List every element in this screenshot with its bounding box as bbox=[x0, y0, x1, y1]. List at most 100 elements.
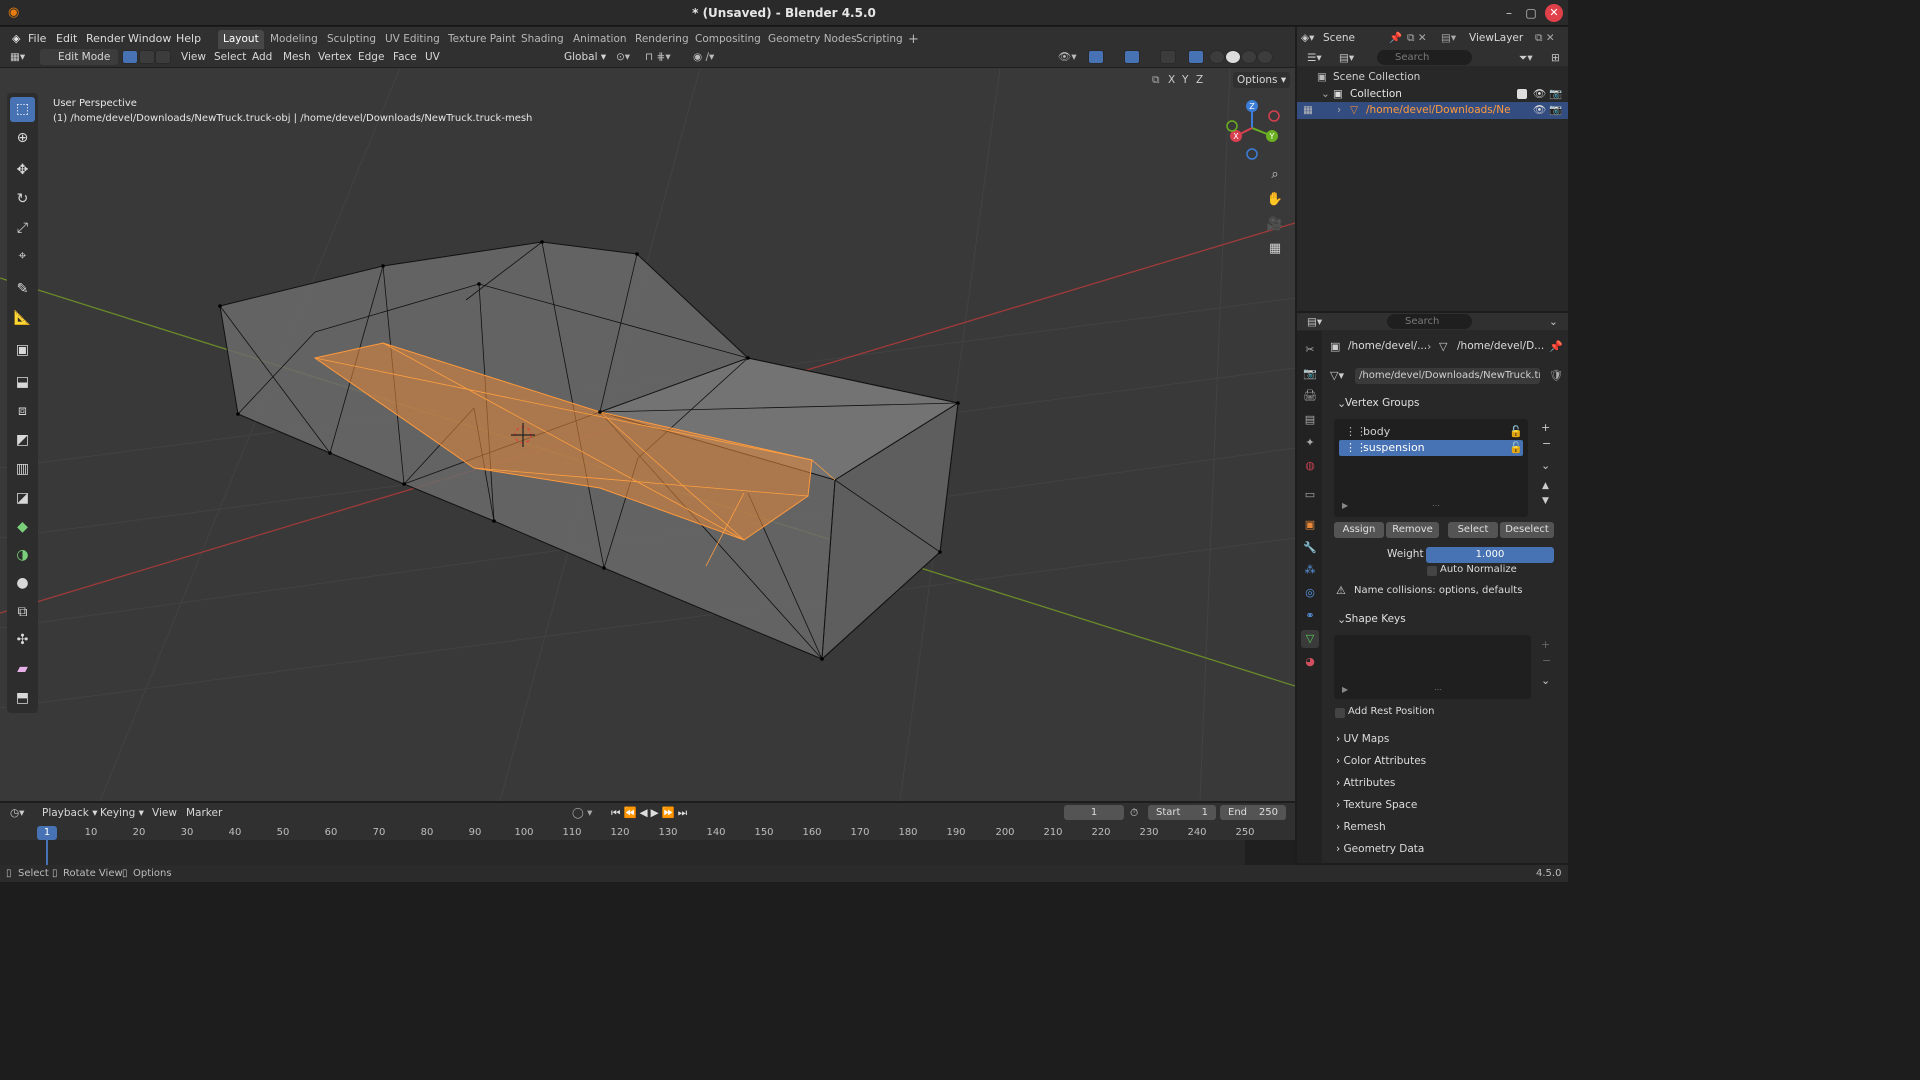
tab-rendering[interactable]: Rendering bbox=[630, 30, 694, 49]
new-collection-icon[interactable]: ⊞ bbox=[1551, 50, 1560, 66]
view-layer-tab-icon[interactable]: ▤ bbox=[1301, 411, 1319, 429]
editor-type-icon[interactable]: ▦▾ bbox=[10, 49, 32, 65]
deselect-button[interactable]: Deselect bbox=[1500, 522, 1554, 538]
camera-icon[interactable]: 📷 bbox=[1549, 102, 1562, 119]
particles-tab-icon[interactable]: ⁂ bbox=[1301, 561, 1319, 579]
tab-shading[interactable]: Shading bbox=[516, 30, 569, 49]
menu-mesh[interactable]: Mesh bbox=[283, 49, 311, 65]
truck-mesh[interactable] bbox=[218, 240, 960, 661]
object-tab-icon[interactable]: ▣ bbox=[1301, 516, 1319, 534]
poly-build-tool-icon[interactable]: ◆ bbox=[10, 515, 35, 540]
menu-edit[interactable]: Edit bbox=[52, 30, 81, 47]
weight-slider[interactable]: 1.000 bbox=[1426, 547, 1554, 563]
assign-button[interactable]: Assign bbox=[1334, 522, 1384, 538]
remove-button[interactable]: Remove bbox=[1386, 522, 1439, 538]
material-tab-icon[interactable]: ◕ bbox=[1301, 653, 1319, 671]
preview-range-icon[interactable]: ⏱ bbox=[1130, 805, 1138, 821]
vertex-group-specials-icon[interactable]: ⌄ bbox=[1541, 459, 1550, 472]
vertex-group-item-selected[interactable]: ⋮⋮ suspension 🔓 bbox=[1339, 440, 1523, 456]
edge-select-mode-icon[interactable] bbox=[139, 50, 155, 64]
menu-add[interactable]: Add bbox=[252, 49, 272, 65]
options-chevron-icon[interactable]: ⌄ bbox=[1549, 314, 1558, 330]
collection-tab-icon[interactable]: ▭ bbox=[1301, 486, 1319, 504]
zoom-icon[interactable]: ⌕ bbox=[1264, 164, 1286, 186]
pin-icon[interactable]: 📌 bbox=[1389, 30, 1402, 46]
menu-uv[interactable]: UV bbox=[425, 49, 440, 65]
tab-modeling[interactable]: Modeling bbox=[265, 30, 323, 49]
eye-icon[interactable]: 👁 bbox=[1533, 86, 1546, 103]
menu-file[interactable]: File bbox=[24, 30, 50, 47]
collection-row[interactable]: ⌄ ▣ Collection 👁 📷 bbox=[1297, 86, 1568, 103]
texture-space-section[interactable]: › Texture Space bbox=[1336, 796, 1417, 814]
edit-mode-icon[interactable]: ▦ bbox=[1303, 102, 1313, 119]
world-tab-icon[interactable]: ◍ bbox=[1301, 457, 1319, 475]
transform-tool-icon[interactable]: ⌖ bbox=[10, 244, 35, 269]
snap-icon[interactable]: ⊓ ⋕▾ bbox=[645, 49, 671, 65]
rotate-tool-icon[interactable]: ↻ bbox=[10, 187, 35, 212]
blender-menu-icon[interactable]: ◈ bbox=[8, 30, 24, 47]
scene-tab-icon[interactable]: ✦ bbox=[1301, 434, 1319, 452]
new-scene-icon[interactable]: ⧉ ✕ bbox=[1407, 30, 1427, 46]
timeline[interactable]: 1 10 20 30 40 50 60 70 80 90 100 110 120… bbox=[0, 823, 1295, 865]
camera-icon[interactable]: 📷 bbox=[1549, 86, 1562, 103]
mesh-datablock-icon[interactable]: ▽▾ bbox=[1330, 369, 1344, 382]
loop-cut-tool-icon[interactable]: ▥ bbox=[10, 457, 35, 482]
geometry-data-section[interactable]: › Geometry Data bbox=[1336, 840, 1424, 858]
annotate-tool-icon[interactable]: ✎ bbox=[10, 277, 35, 302]
tab-layout[interactable]: Layout bbox=[218, 30, 264, 49]
tab-sculpting[interactable]: Sculpting bbox=[322, 30, 381, 49]
menu-playback[interactable]: Playback ▾ bbox=[42, 805, 97, 821]
resize-handle-icon[interactable]: ⋯ bbox=[1432, 501, 1440, 510]
knife-tool-icon[interactable]: ◪ bbox=[10, 486, 35, 511]
maximize-button[interactable]: ▢ bbox=[1522, 4, 1540, 22]
tab-texture-paint[interactable]: Texture Paint bbox=[443, 30, 521, 49]
axis-z-toggle[interactable]: Z bbox=[1196, 72, 1203, 88]
vertex-select-mode-icon[interactable] bbox=[122, 50, 138, 64]
scene-icon[interactable]: ◈▾ bbox=[1301, 30, 1314, 46]
tab-geometry-nodes[interactable]: Geometry Nodes bbox=[763, 30, 862, 49]
physics-tab-icon[interactable]: ◎ bbox=[1301, 584, 1319, 602]
playback-controls[interactable]: ⏮⏪◀▶⏩⏭ bbox=[611, 805, 690, 821]
menu-keying[interactable]: Keying ▾ bbox=[100, 805, 144, 821]
attributes-section[interactable]: › Attributes bbox=[1336, 774, 1395, 792]
breadcrumb-object[interactable]: /home/devel/... bbox=[1348, 340, 1427, 352]
uv-maps-section[interactable]: › UV Maps bbox=[1336, 730, 1389, 748]
options-dropdown[interactable]: Options ▾ bbox=[1233, 72, 1291, 88]
rendered-shading-icon[interactable] bbox=[1257, 50, 1273, 64]
vertex-group-item[interactable]: ⋮⋮ body 🔓 bbox=[1339, 424, 1523, 440]
smooth-tool-icon[interactable]: ● bbox=[10, 571, 35, 596]
exclude-checkbox[interactable] bbox=[1517, 89, 1527, 99]
add-shape-key-icon[interactable]: + bbox=[1541, 638, 1550, 651]
scene-collection-row[interactable]: ▣ Scene Collection bbox=[1297, 69, 1568, 86]
mesh-name-field[interactable]: /home/devel/Downloads/NewTruck.truc... bbox=[1355, 368, 1540, 384]
tab-scripting[interactable]: Scripting bbox=[851, 30, 908, 49]
current-frame-field[interactable]: 1 bbox=[1064, 805, 1124, 820]
tab-uv-editing[interactable]: UV Editing bbox=[380, 30, 445, 49]
object-row[interactable]: ▦ › ▽ /home/devel/Downloads/NewTru 👁 📷 bbox=[1297, 102, 1568, 119]
select-button[interactable]: Select bbox=[1448, 522, 1498, 538]
rip-region-tool-icon[interactable]: ⬒ bbox=[10, 686, 35, 711]
ortho-grid-icon[interactable]: ▦ bbox=[1264, 238, 1286, 260]
menu-help[interactable]: Help bbox=[172, 30, 205, 47]
filter-icon[interactable]: ⏷▾ bbox=[1519, 50, 1533, 66]
bevel-tool-icon[interactable]: ◩ bbox=[10, 428, 35, 453]
viewlayer-selector[interactable]: ViewLayer bbox=[1469, 30, 1523, 46]
measure-tool-icon[interactable]: 📐 bbox=[10, 306, 35, 331]
remove-shape-key-icon[interactable]: − bbox=[1542, 654, 1551, 667]
select-box-tool-icon[interactable]: ⬚ bbox=[10, 97, 35, 122]
extrude-tool-icon[interactable]: ⬓ bbox=[10, 370, 35, 395]
menu-window[interactable]: Window bbox=[124, 30, 175, 47]
axis-x-toggle[interactable]: X bbox=[1168, 72, 1175, 88]
properties-search-input[interactable]: Search bbox=[1387, 314, 1472, 329]
camera-view-icon[interactable]: 🎥 bbox=[1264, 214, 1286, 236]
inset-tool-icon[interactable]: ⧈ bbox=[10, 399, 35, 424]
outliner-editor-icon[interactable]: ☰▾ bbox=[1307, 50, 1322, 66]
add-rest-position-checkbox[interactable] bbox=[1335, 708, 1345, 718]
add-cube-tool-icon[interactable]: ▣ bbox=[10, 338, 35, 363]
pan-hand-icon[interactable]: ✋ bbox=[1264, 189, 1286, 211]
fake-user-icon[interactable]: 🛡 bbox=[1549, 369, 1563, 382]
output-tab-icon[interactable]: 🖨 bbox=[1301, 387, 1319, 405]
gizmo-toggle-icon[interactable] bbox=[1088, 50, 1104, 64]
tab-animation[interactable]: Animation bbox=[568, 30, 632, 49]
transform-orientation-dropdown[interactable]: Global ▾ bbox=[548, 49, 608, 65]
